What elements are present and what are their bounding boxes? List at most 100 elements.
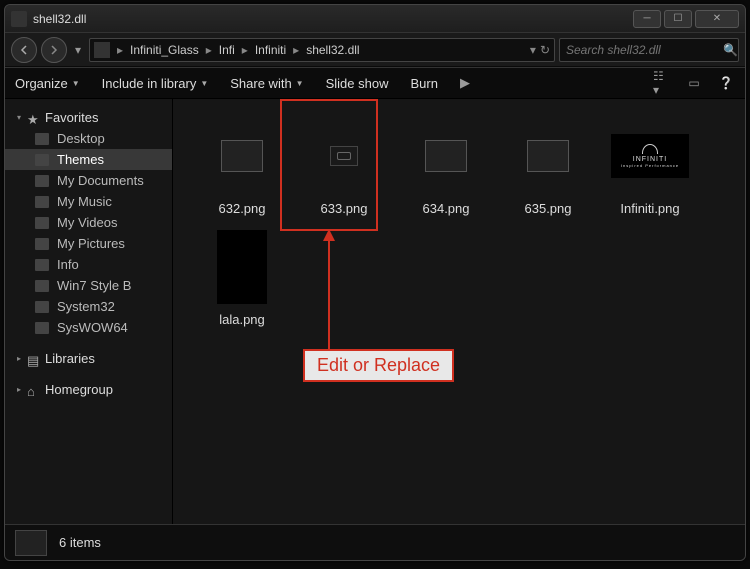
sidebar-item-label: Info <box>57 257 79 272</box>
explorer-window: shell32.dll ─ ☐ ✕ ▾ ▸ Infiniti_Glass ▸ I… <box>4 4 746 561</box>
minimize-button[interactable]: ─ <box>633 10 661 28</box>
breadcrumb-segment[interactable]: shell32.dll <box>304 43 361 57</box>
file-thumbnail: INFINITIInspired Performance <box>611 117 689 195</box>
folder-icon <box>35 154 49 166</box>
file-view[interactable]: 632.png 633.png634.png 635.png INFINITIInsp… <box>173 99 745 524</box>
nav-bar: ▾ ▸ Infiniti_Glass ▸ Infi ▸ Infiniti ▸ s… <box>5 33 745 67</box>
preview-pane-button[interactable]: ▭ <box>685 74 703 92</box>
sidebar-item-win7-style-b[interactable]: Win7 Style B <box>5 275 172 296</box>
titlebar: shell32.dll ─ ☐ ✕ <box>5 5 745 33</box>
slideshow-button[interactable]: Slide show <box>326 76 389 91</box>
folder-icon <box>35 217 49 229</box>
star-icon: ★ <box>27 112 39 124</box>
file-item[interactable]: 633.png <box>293 111 395 222</box>
toolbar: Organize ▼ Include in library ▼ Share wi… <box>5 67 745 99</box>
sidebar-item-themes[interactable]: Themes <box>5 149 172 170</box>
view-mode-button[interactable]: ☷ ▾ <box>653 74 671 92</box>
status-bar: 6 items <box>5 524 745 560</box>
breadcrumb-segment[interactable]: Infiniti_Glass <box>128 43 201 57</box>
folder-icon <box>35 301 49 313</box>
chevron-right-icon: ▸ <box>239 43 251 57</box>
sidebar-item-label: My Pictures <box>57 236 125 251</box>
sidebar-item-my-music[interactable]: My Music <box>5 191 172 212</box>
file-label: 632.png <box>219 201 266 216</box>
chevron-down-icon: ▼ <box>200 79 208 88</box>
folder-icon <box>35 259 49 271</box>
help-button[interactable]: ❔ <box>717 74 735 92</box>
folder-icon <box>15 530 47 556</box>
chevron-right-icon: ▸ <box>114 43 126 57</box>
chevron-right-icon: ▸ <box>17 385 21 394</box>
file-thumbnail <box>305 117 383 195</box>
organize-button[interactable]: Organize ▼ <box>15 76 80 91</box>
sidebar-item-desktop[interactable]: Desktop <box>5 128 172 149</box>
window-title: shell32.dll <box>33 12 633 26</box>
chevron-down-icon: ▼ <box>72 79 80 88</box>
sidebar-item-syswow64[interactable]: SysWOW64 <box>5 317 172 338</box>
share-with-button[interactable]: Share with ▼ <box>230 76 303 91</box>
sidebar-item-label: My Videos <box>57 215 117 230</box>
file-item[interactable]: 635.png <box>497 111 599 222</box>
homegroup-icon: ⌂ <box>27 384 39 396</box>
sidebar-item-label: My Documents <box>57 173 144 188</box>
annotation-label: Edit or Replace <box>303 349 454 382</box>
maximize-button[interactable]: ☐ <box>664 10 692 28</box>
folder-icon <box>35 196 49 208</box>
file-item[interactable]: 632.png <box>191 111 293 222</box>
chevron-right-icon: ▸ <box>17 354 21 363</box>
folder-icon <box>35 133 49 145</box>
sidebar-homegroup-header[interactable]: ▸ ⌂ Homegroup <box>5 379 172 400</box>
breadcrumb-segment[interactable]: Infiniti <box>253 43 288 57</box>
library-icon: ▤ <box>27 353 39 365</box>
file-thumbnail <box>407 117 485 195</box>
search-input[interactable] <box>566 43 723 57</box>
search-icon: 🔍 <box>723 43 738 57</box>
sidebar: ▾ ★ Favorites Desktop Themes My Documents M… <box>5 99 173 524</box>
chevron-right-icon: ▸ <box>203 43 215 57</box>
file-item[interactable]: lala.png <box>191 222 293 333</box>
file-label: lala.png <box>219 312 265 327</box>
app-icon <box>11 11 27 27</box>
forward-button[interactable] <box>41 37 67 63</box>
sidebar-item-my-videos[interactable]: My Videos <box>5 212 172 233</box>
folder-icon <box>35 280 49 292</box>
burn-button[interactable]: Burn <box>410 76 437 91</box>
refresh-button[interactable]: ↻ <box>540 43 550 57</box>
file-item[interactable]: INFINITIInspired PerformanceInfiniti.png <box>599 111 701 222</box>
status-item-count: 6 items <box>59 535 101 550</box>
close-button[interactable]: ✕ <box>695 10 739 28</box>
sidebar-item-info[interactable]: Info <box>5 254 172 275</box>
back-button[interactable] <box>11 37 37 63</box>
chevron-right-icon: ▸ <box>290 43 302 57</box>
folder-icon <box>94 42 110 58</box>
breadcrumb[interactable]: ▸ Infiniti_Glass ▸ Infi ▸ Infiniti ▸ she… <box>89 38 555 62</box>
breadcrumb-segment[interactable]: Infi <box>217 43 237 57</box>
breadcrumb-dropdown[interactable]: ▾ <box>530 43 536 57</box>
sidebar-item-label: Themes <box>57 152 104 167</box>
file-thumbnail <box>509 117 587 195</box>
history-dropdown[interactable]: ▾ <box>71 37 85 63</box>
sidebar-item-label: Desktop <box>57 131 105 146</box>
file-thumbnail <box>203 117 281 195</box>
file-label: 635.png <box>525 201 572 216</box>
sidebar-favorites-header[interactable]: ▾ ★ Favorites <box>5 107 172 128</box>
include-library-button[interactable]: Include in library ▼ <box>102 76 209 91</box>
content-area: ▾ ★ Favorites Desktop Themes My Documents M… <box>5 99 745 524</box>
sidebar-item-my-documents[interactable]: My Documents <box>5 170 172 191</box>
sidebar-item-system32[interactable]: System32 <box>5 296 172 317</box>
toolbar-more-button[interactable]: ▶ <box>460 75 470 91</box>
file-thumbnail <box>203 228 281 306</box>
chevron-down-icon: ▼ <box>296 79 304 88</box>
folder-icon <box>35 322 49 334</box>
sidebar-libraries-header[interactable]: ▸ ▤ Libraries <box>5 348 172 369</box>
folder-icon <box>35 238 49 250</box>
folder-icon <box>35 175 49 187</box>
sidebar-item-label: Win7 Style B <box>57 278 131 293</box>
sidebar-item-my-pictures[interactable]: My Pictures <box>5 233 172 254</box>
file-item[interactable]: 634.png <box>395 111 497 222</box>
arrow-left-icon <box>19 45 29 55</box>
sidebar-item-label: System32 <box>57 299 115 314</box>
search-box[interactable]: 🔍 <box>559 38 739 62</box>
arrow-right-icon <box>49 45 59 55</box>
chevron-down-icon: ▾ <box>17 113 21 122</box>
